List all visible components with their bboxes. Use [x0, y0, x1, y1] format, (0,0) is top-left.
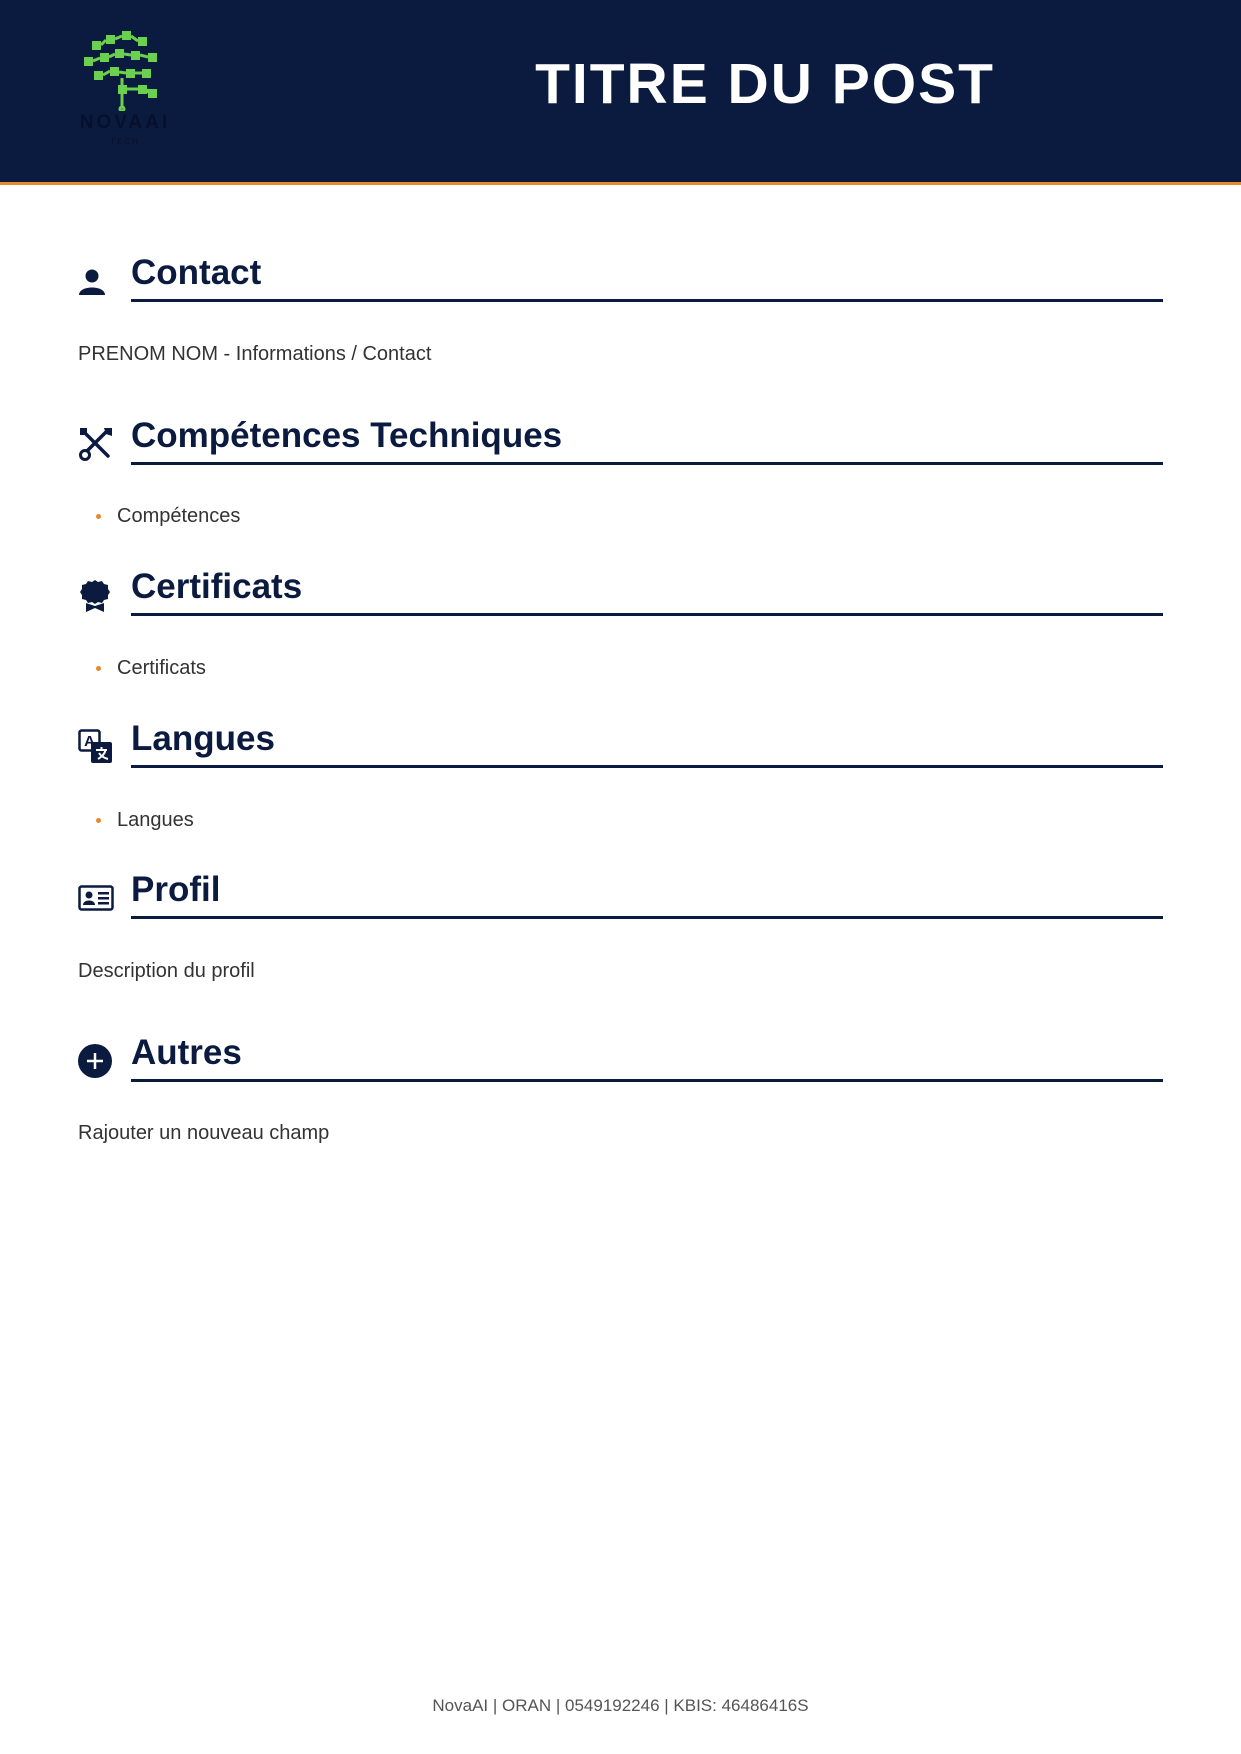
section-skills-header: Compétences Techniques [78, 416, 1163, 466]
post-title: TITRE DU POST [535, 52, 995, 116]
bullet-icon [96, 818, 101, 823]
section-divider [131, 1079, 1163, 1082]
section-divider [131, 613, 1163, 616]
section-divider [131, 765, 1163, 768]
others-text: Rajouter un nouveau champ [78, 1122, 330, 1144]
tools-icon [78, 426, 114, 462]
logo-name: NOVAAI [79, 112, 171, 133]
novaai-logo: NOVAAI TECH [74, 28, 176, 150]
section-divider [131, 299, 1163, 302]
section-title-certificates: Certificats [131, 567, 303, 606]
section-contact-header: Contact [78, 253, 1163, 303]
section-divider [131, 916, 1163, 919]
section-languages-header: A Langues [78, 719, 1163, 769]
bullet-icon [96, 514, 101, 519]
translate-icon: A [78, 729, 114, 765]
section-title-profile: Profil [131, 870, 221, 909]
section-title-contact: Contact [131, 253, 262, 292]
section-others-header: Autres [78, 1033, 1163, 1083]
page-header: NOVAAI TECH TITRE DU POST [0, 0, 1241, 185]
certificates-item-label: Certificats [117, 657, 206, 679]
award-icon [78, 577, 114, 613]
contact-text: PRENOM NOM - Informations / Contact [78, 343, 432, 365]
circuit-logo-icon [84, 31, 157, 111]
section-certificates-header: Certificats [78, 567, 1163, 617]
logo-subtitle: TECH [110, 137, 140, 146]
profile-text: Description du profil [78, 960, 255, 982]
section-profile-header: Profil [78, 870, 1163, 920]
plus-circle-icon [78, 1043, 114, 1079]
section-title-languages: Langues [131, 719, 275, 758]
section-divider [131, 462, 1163, 465]
person-icon [78, 263, 114, 299]
section-title-skills: Compétences Techniques [131, 416, 563, 455]
bullet-icon [96, 666, 101, 671]
skills-item-label: Compétences [117, 505, 241, 527]
page-footer: NovaAI | ORAN | 0549192246 | KBIS: 46486… [432, 1696, 809, 1715]
id-card-icon [78, 880, 114, 916]
languages-item-label: Langues [117, 809, 194, 831]
section-title-others: Autres [131, 1033, 242, 1072]
